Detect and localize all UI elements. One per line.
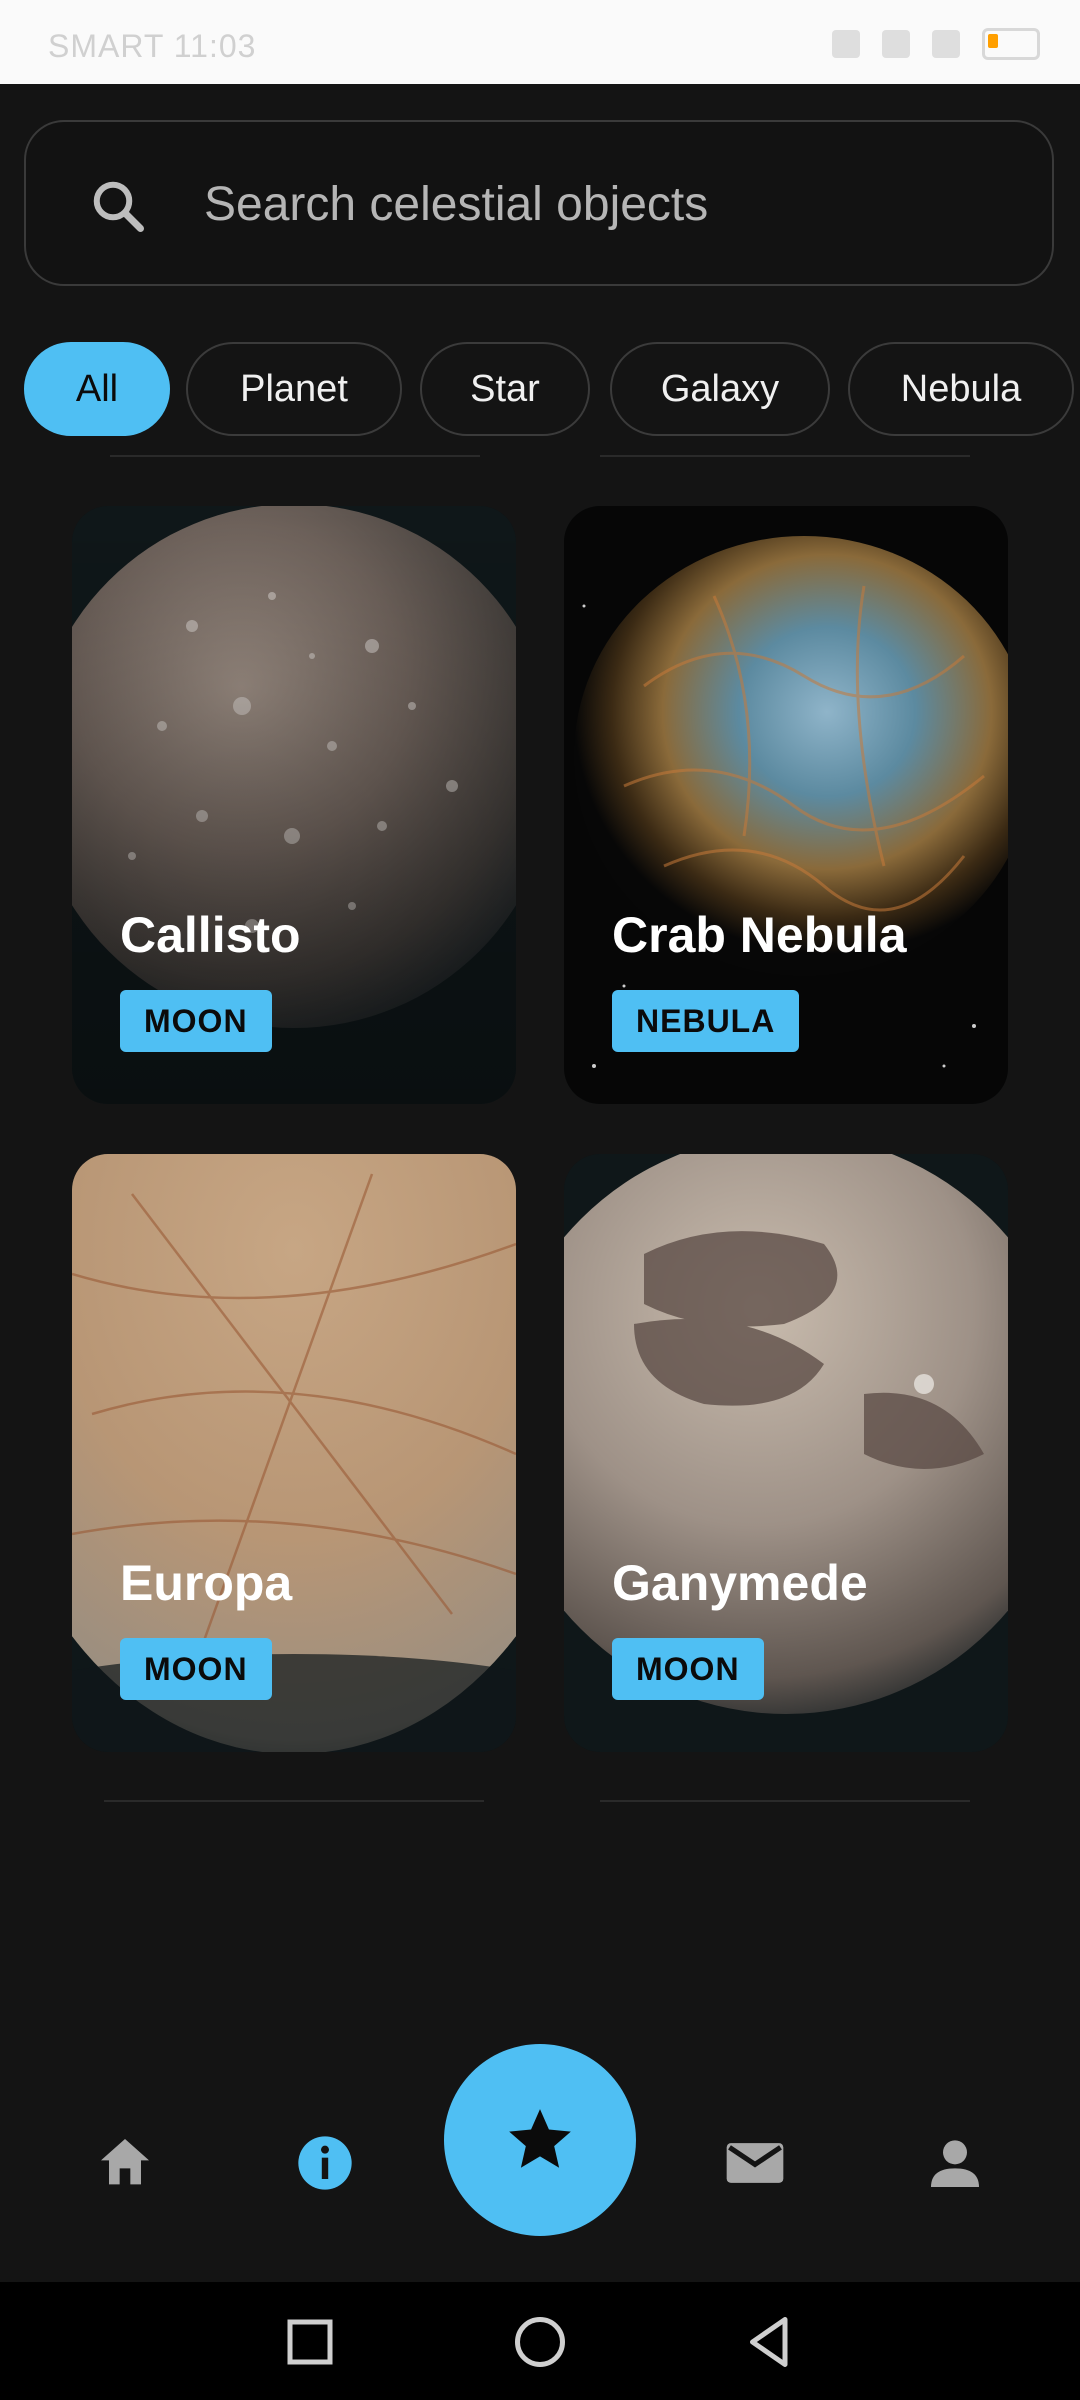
nav-info[interactable] bbox=[280, 2118, 370, 2208]
card-callisto[interactable]: Callisto MOON bbox=[72, 506, 516, 1104]
battery-icon bbox=[982, 28, 1040, 60]
chip-label: Galaxy bbox=[660, 367, 780, 410]
chip-label: Planet bbox=[240, 367, 348, 410]
signal-icon bbox=[932, 30, 960, 58]
card-title: Ganymede bbox=[612, 1555, 868, 1611]
status-bar-icons bbox=[832, 28, 1040, 60]
nav-home[interactable] bbox=[80, 2118, 170, 2208]
chip-nebula[interactable]: Nebula bbox=[848, 342, 1074, 436]
chip-star[interactable]: Star bbox=[420, 342, 590, 436]
chip-planet[interactable]: Planet bbox=[186, 342, 402, 436]
card-title: Crab Nebula bbox=[612, 907, 907, 963]
person-icon bbox=[931, 2140, 979, 2187]
chip-label: All bbox=[75, 367, 119, 410]
card-badge: MOON bbox=[120, 990, 272, 1052]
divider bbox=[600, 1800, 970, 1802]
wifi-icon bbox=[882, 30, 910, 58]
nav-profile[interactable] bbox=[910, 2118, 1000, 2208]
card-badge: MOON bbox=[120, 1638, 272, 1700]
card-badge: NEBULA bbox=[612, 990, 800, 1052]
mail-icon bbox=[726, 2143, 784, 2183]
recent-apps-icon[interactable] bbox=[280, 2312, 340, 2372]
status-bar-left-text: SMART 11:03 bbox=[48, 28, 257, 64]
home-icon bbox=[101, 2139, 149, 2185]
card-crab-nebula[interactable]: Crab Nebula NEBULA bbox=[564, 506, 1008, 1104]
vibrate-icon bbox=[832, 30, 860, 58]
home-circle-icon[interactable] bbox=[510, 2312, 570, 2372]
app-screen: SMART 11:03 All Planet Star Galaxy Neb bbox=[0, 0, 1080, 2400]
system-nav-bar bbox=[0, 2282, 1080, 2400]
divider bbox=[104, 1800, 484, 1802]
status-bar: SMART 11:03 bbox=[0, 0, 1080, 84]
nav-mail[interactable] bbox=[710, 2118, 800, 2208]
fab-favorites[interactable] bbox=[444, 2044, 636, 2236]
back-triangle-icon[interactable] bbox=[740, 2312, 800, 2372]
search-bar[interactable] bbox=[24, 120, 1054, 286]
card-badge: MOON bbox=[612, 1638, 764, 1700]
divider bbox=[110, 455, 480, 457]
card-title: Europa bbox=[120, 1555, 293, 1611]
card-title: Callisto bbox=[120, 907, 301, 963]
chip-galaxy[interactable]: Galaxy bbox=[610, 342, 830, 436]
chip-label: Star bbox=[470, 367, 540, 410]
card-ganymede[interactable]: Ganymede MOON bbox=[564, 1154, 1008, 1752]
chip-all[interactable]: All bbox=[24, 342, 170, 436]
chip-label: Nebula bbox=[900, 367, 1022, 410]
star-icon bbox=[509, 2109, 571, 2168]
search-icon bbox=[93, 181, 144, 232]
search-input[interactable] bbox=[202, 158, 1006, 250]
card-europa[interactable]: Europa MOON bbox=[72, 1154, 516, 1752]
divider bbox=[600, 455, 970, 457]
filter-chips: All Planet Star Galaxy Nebula bbox=[24, 342, 1080, 440]
info-icon bbox=[298, 2136, 352, 2190]
